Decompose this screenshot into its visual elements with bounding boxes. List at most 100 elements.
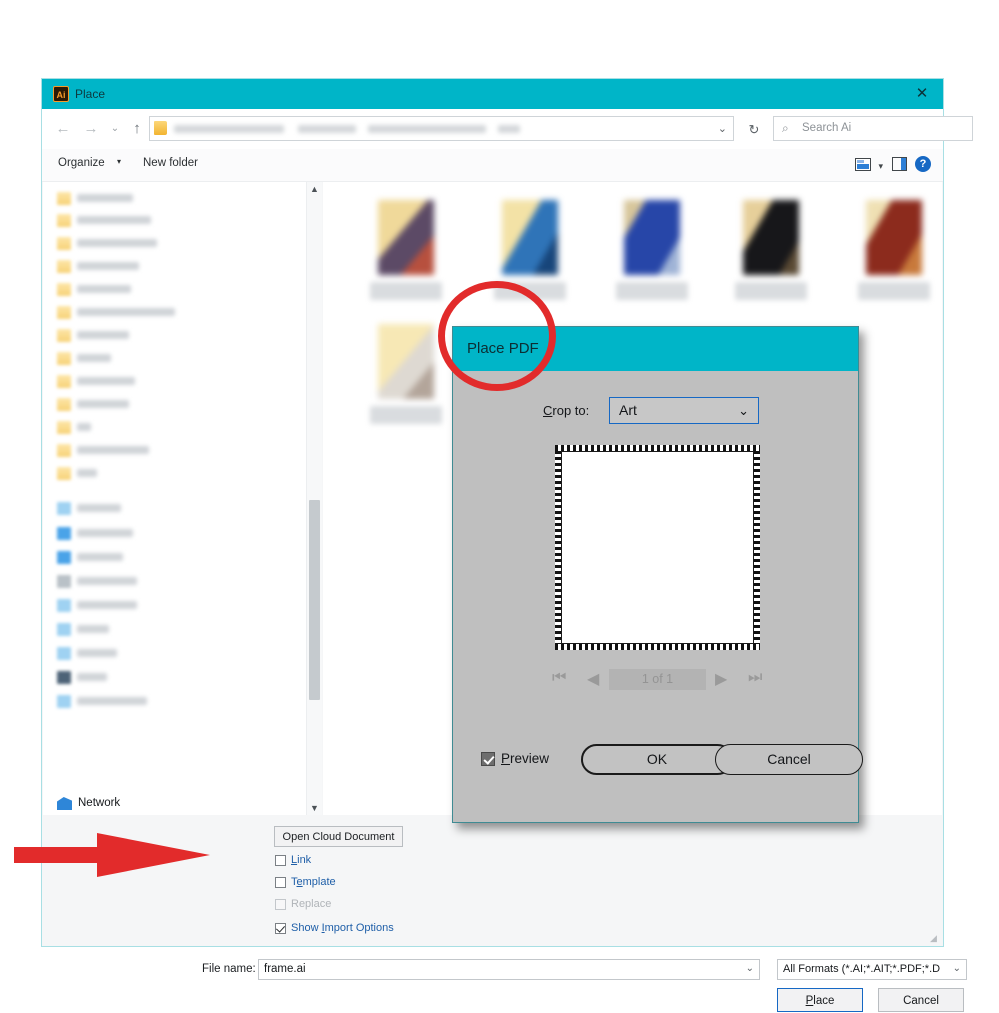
tree-item-blurred[interactable] xyxy=(77,194,133,202)
open-cloud-document-button[interactable]: Open Cloud Document xyxy=(274,826,403,847)
chevron-down-icon[interactable]: ⌄ xyxy=(746,963,754,974)
organize-button[interactable]: Organize xyxy=(58,157,105,169)
tree-scrollbar[interactable]: ▲ ▼ xyxy=(306,182,322,815)
preview-checkbox[interactable] xyxy=(481,752,495,766)
drive-icon xyxy=(57,671,71,684)
file-label-blurred xyxy=(735,282,807,300)
tree-item-blurred[interactable] xyxy=(77,553,123,561)
illustrator-app-icon: Ai xyxy=(53,86,69,102)
tree-item-blurred[interactable] xyxy=(77,239,157,247)
cancel-button[interactable]: Cancel xyxy=(878,988,964,1012)
tree-item-blurred[interactable] xyxy=(77,400,129,408)
scroll-down-icon[interactable]: ▼ xyxy=(310,803,319,813)
tree-item-blurred[interactable] xyxy=(77,377,135,385)
place-button[interactable]: Place xyxy=(777,988,863,1012)
replace-label: Replace xyxy=(291,898,332,910)
previous-page-icon[interactable]: ◀ xyxy=(587,669,599,689)
file-label-blurred xyxy=(370,282,442,300)
tree-item-blurred[interactable] xyxy=(77,529,133,537)
address-dropdown-icon[interactable]: ⌄ xyxy=(718,122,727,135)
tree-item-blurred[interactable] xyxy=(77,285,131,293)
drive-icon xyxy=(57,695,71,708)
tree-item-blurred[interactable] xyxy=(77,504,121,512)
tree-item-blurred[interactable] xyxy=(77,446,149,454)
new-folder-button[interactable]: New folder xyxy=(143,157,198,169)
show-import-options-checkbox[interactable] xyxy=(275,923,286,934)
link-checkbox[interactable] xyxy=(275,855,286,866)
tree-item-blurred[interactable] xyxy=(77,262,139,270)
back-icon[interactable]: ← xyxy=(52,119,74,139)
file-type-select[interactable]: All Formats (*.AI;*.AIT;*.PDF;*.D ⌄ xyxy=(777,959,967,980)
scroll-up-icon[interactable]: ▲ xyxy=(310,184,319,194)
tree-item-blurred[interactable] xyxy=(77,625,109,633)
template-checkbox[interactable] xyxy=(275,877,286,888)
resize-grip[interactable]: ◢ xyxy=(930,933,940,943)
pdf-cancel-button[interactable]: Cancel xyxy=(715,744,863,775)
pdf-preview-frame xyxy=(555,445,760,650)
chevron-down-icon[interactable]: ▾ xyxy=(117,157,121,166)
view-options-icon[interactable] xyxy=(855,158,871,171)
tree-item-blurred[interactable] xyxy=(77,577,137,585)
sidebar-item-label: Network xyxy=(78,797,121,809)
file-name-label: File name: xyxy=(202,963,256,975)
tree-item-blurred[interactable] xyxy=(77,469,97,477)
pdf-dialog-titlebar: Place PDF xyxy=(453,327,858,371)
drive-icon xyxy=(57,551,71,564)
folder-icon xyxy=(57,237,71,250)
first-page-icon[interactable]: ⏮ xyxy=(552,669,566,687)
drive-icon xyxy=(57,623,71,636)
drive-icon xyxy=(57,527,71,540)
crop-to-label: Crop to: xyxy=(543,403,590,418)
page-number-value: 1 of 1 xyxy=(641,672,674,686)
recent-locations-icon[interactable]: ⌄ xyxy=(104,119,126,139)
last-page-icon[interactable]: ⏭ xyxy=(748,669,762,687)
tree-item-blurred[interactable] xyxy=(77,649,117,657)
file-thumbnail xyxy=(743,200,799,275)
preview-pane-icon[interactable] xyxy=(892,157,907,171)
tree-item-blurred[interactable] xyxy=(77,423,91,431)
window-title: Place xyxy=(75,87,106,101)
tree-item-blurred[interactable] xyxy=(77,697,147,705)
tree-item-blurred[interactable] xyxy=(77,331,129,339)
file-name-value: frame.ai xyxy=(264,963,306,975)
file-thumbnail xyxy=(866,200,922,275)
tree-item-blurred[interactable] xyxy=(77,354,111,362)
page-number-input[interactable]: 1 of 1 xyxy=(609,669,706,690)
tree-item-blurred[interactable] xyxy=(77,308,175,316)
chevron-down-icon: ⌄ xyxy=(738,403,749,418)
address-bar[interactable]: ⌄ xyxy=(149,116,734,141)
drive-icon xyxy=(57,599,71,612)
folder-icon xyxy=(57,260,71,273)
template-label: Template xyxy=(291,876,336,888)
help-icon[interactable]: ? xyxy=(915,156,931,172)
ok-button[interactable]: OK xyxy=(581,744,733,775)
file-thumbnail xyxy=(502,200,558,275)
pdf-preview-canvas xyxy=(561,451,754,644)
folder-icon xyxy=(154,121,167,135)
refresh-icon[interactable]: ↻ xyxy=(739,116,769,143)
scrollbar-thumb[interactable] xyxy=(309,500,320,700)
next-page-icon[interactable]: ▶ xyxy=(715,669,727,689)
close-icon[interactable]: ✕ xyxy=(901,79,943,109)
tree-item-blurred[interactable] xyxy=(77,673,107,681)
up-one-level-icon[interactable]: ↑ xyxy=(126,119,148,139)
chevron-down-icon[interactable]: ▾ xyxy=(878,161,883,172)
forward-icon[interactable]: → xyxy=(80,119,102,139)
navigation-tree[interactable]: Network ▲ ▼ xyxy=(43,182,322,815)
file-thumbnail xyxy=(624,200,680,275)
window-titlebar: Ai Place ✕ xyxy=(42,79,943,109)
tree-item-blurred[interactable] xyxy=(77,601,137,609)
crop-to-select[interactable]: Art ⌄ xyxy=(609,397,759,424)
folder-icon xyxy=(57,421,71,434)
file-name-input[interactable]: frame.ai ⌄ xyxy=(258,959,760,980)
address-segment-blurred xyxy=(174,125,284,133)
this-pc-icon xyxy=(57,502,71,515)
tree-item-blurred[interactable] xyxy=(77,216,151,224)
crop-to-value: Art xyxy=(619,402,637,418)
show-import-options-label: Show Import Options xyxy=(291,922,394,934)
preview-label[interactable]: Preview xyxy=(501,751,549,766)
file-thumbnail xyxy=(378,200,434,275)
search-input[interactable]: ⌕ Search Ai xyxy=(773,116,973,141)
chevron-down-icon[interactable]: ⌄ xyxy=(953,963,961,974)
place-pdf-dialog: Place PDF Crop to: Art ⌄ ⏮ ◀ 1 of 1 ▶ ⏭ … xyxy=(452,326,863,823)
